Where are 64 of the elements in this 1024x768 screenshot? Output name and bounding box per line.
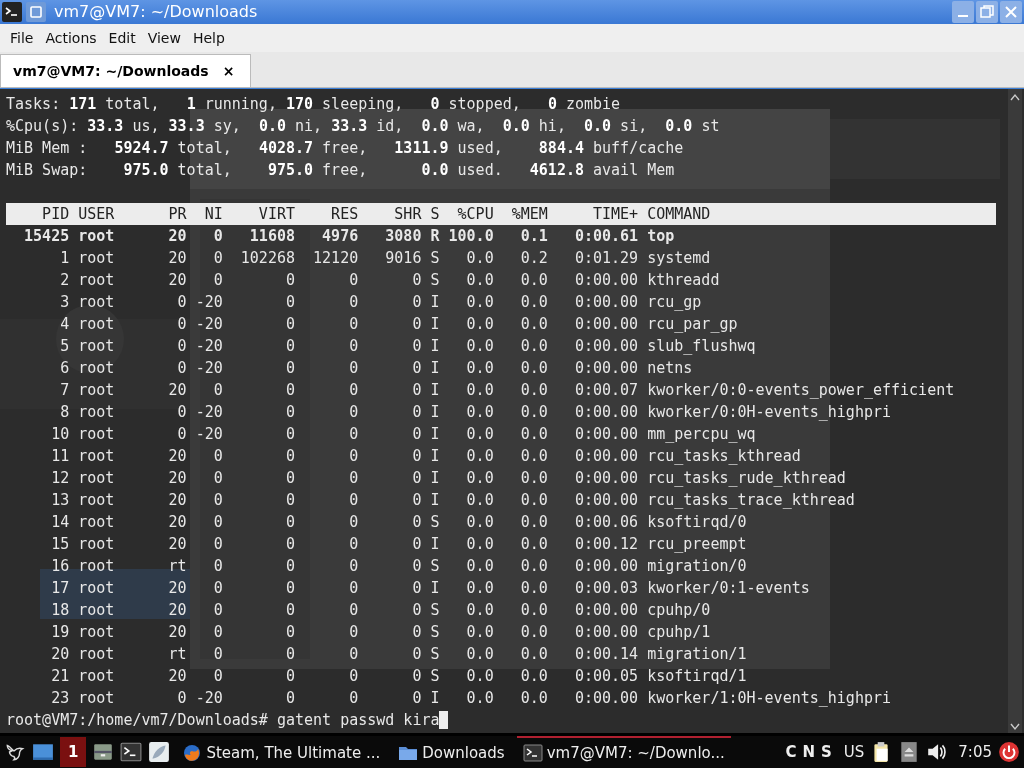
tab-close-button[interactable]: × — [222, 62, 235, 79]
summary-line: %Cpu(s): 33.3 us, 33.3 sy, 0.0 ni, 33.3 id, 0.0 wa, 0.0 hi, 0.0 si, 0.0 st — [6, 115, 721, 137]
summary-line: MiB Mem : 5924.7 total, 4028.7 free, 1311.9 used, 884.4 buff/cache — [6, 137, 685, 159]
keyboard-lock-indicator: S — [821, 743, 832, 761]
summary-line: MiB Swap: 975.0 total, 975.0 free, 0.0 used. 4612.8 avail Mem — [6, 159, 676, 181]
globe-icon — [182, 743, 203, 763]
process-row-text: 18 root 20 0 0 0 0 S 0.0 0.0 0:00.00 cpuhp/0 — [50, 599, 712, 621]
terminal-icon — [522, 743, 543, 763]
process-row-text: 15425 root 20 0 11608 4976 3080 R 100.0 0.1 0:00.61 top — [23, 225, 676, 247]
maximize-button[interactable] — [976, 0, 998, 23]
scrollbar[interactable] — [1008, 88, 1022, 733]
terminal-icon — [2, 1, 22, 22]
process-row-text: 3 root 0 -20 0 0 0 I 0.0 0.0 0:00.00 rcu_gp — [59, 291, 703, 313]
task-label: Downloads — [422, 744, 505, 762]
process-row-text: 16 root rt 0 0 0 0 S 0.0 0.0 0:00.00 migration/0 — [50, 555, 748, 577]
command-prompt[interactable]: root@VM7:/home/vm7/Downloads# gatent passwd kira — [6, 708, 440, 731]
process-row-text: 7 root 20 0 0 0 0 I 0.0 0.0 0:00.07 kworker/0:0-events_power_efficient — [59, 379, 956, 401]
window-title: vm7@VM7: ~/Downloads — [54, 2, 259, 22]
process-row-text: 8 root 0 -20 0 0 0 I 0.0 0.0 0:00.00 kworker/0:0H-events_highpri — [59, 401, 892, 423]
process-row-text: 13 root 20 0 0 0 0 I 0.0 0.0 0:00.00 rcu_tasks_trace_kthread — [50, 489, 856, 511]
process-row-text: 20 root rt 0 0 0 0 S 0.0 0.0 0:00.14 migration/1 — [50, 643, 748, 665]
menu-item[interactable]: Help — [186, 26, 231, 49]
process-row-text: 1 root 20 0 102268 12120 9016 S 0.0 0.2 0:01.29 systemd — [59, 247, 712, 269]
summary-line: Tasks: 171 total, 1 running, 170 sleeping, 0 stopped, 0 zombie — [6, 93, 622, 115]
window-menu-icon[interactable] — [26, 1, 46, 22]
scroll-down-icon[interactable] — [1010, 721, 1020, 732]
close-button[interactable] — [1000, 0, 1022, 23]
clock[interactable]: 7:05 — [958, 743, 992, 761]
minimize-button[interactable] — [952, 0, 974, 23]
process-row-text: 14 root 20 0 0 0 0 S 0.0 0.0 0:00.06 ksoftirqd/0 — [50, 511, 748, 533]
taskbar-button[interactable]: vm7@VM7: ~/Downlo... — [516, 736, 731, 768]
taskbar-button[interactable]: Downloads — [392, 736, 511, 768]
process-row-text: 17 root 20 0 0 0 0 I 0.0 0.0 0:00.03 kworker/0:1-events — [50, 577, 811, 599]
process-row-text: 23 root 0 -20 0 0 0 I 0.0 0.0 0:00.00 kworker/1:0H-events_highpri — [50, 687, 892, 709]
taskbar-button[interactable]: Steam, The Ultimate ... — [176, 736, 387, 768]
keyboard-lock-indicator: C — [785, 743, 797, 761]
task-label: Steam, The Ultimate ... — [206, 744, 381, 762]
process-row-text: 4 root 0 -20 0 0 0 I 0.0 0.0 0:00.00 rcu_par_gp — [59, 313, 739, 335]
process-row-text: 5 root 0 -20 0 0 0 I 0.0 0.0 0:00.00 slub_flushwq — [59, 335, 757, 357]
task-label: vm7@VM7: ~/Downlo... — [546, 744, 725, 762]
process-row-text: 2 root 20 0 0 0 0 S 0.0 0.0 0:00.00 kthreadd — [59, 269, 721, 291]
process-row-text: 11 root 20 0 0 0 0 I 0.0 0.0 0:00.00 rcu_tasks_kthread — [50, 445, 802, 467]
menu-item[interactable]: Edit — [102, 26, 142, 49]
process-row-text: 19 root 20 0 0 0 0 S 0.0 0.0 0:00.00 cpuhp/1 — [50, 621, 712, 643]
keyboard-layout[interactable]: US — [843, 743, 865, 761]
power-icon[interactable] — [998, 741, 1020, 763]
process-row-text: 12 root 20 0 0 0 0 I 0.0 0.0 0:00.00 rcu_tasks_rude_kthread — [50, 467, 847, 489]
menu-item[interactable]: View — [141, 26, 187, 49]
process-row-text: 6 root 0 -20 0 0 0 I 0.0 0.0 0:00.00 netns — [59, 357, 694, 379]
text-cursor — [439, 710, 449, 729]
column-header-row: PID USER PR NI VIRT RES SHR S %CPU %MEM TIME+ COMMAND — [6, 202, 996, 225]
menu-item[interactable]: File — [4, 26, 40, 49]
drawer-icon[interactable] — [92, 741, 115, 763]
terminal-icon[interactable] — [120, 741, 143, 763]
tab[interactable]: vm7@VM7: ~/Downloads × — [0, 53, 252, 87]
process-row-text: 10 root 0 -20 0 0 0 I 0.0 0.0 0:00.00 mm_percpu_wq — [50, 423, 757, 445]
show-desktop-icon[interactable] — [32, 741, 54, 763]
menu-item[interactable]: Actions — [39, 26, 103, 49]
feather-icon[interactable] — [148, 741, 171, 763]
keyboard-lock-indicator: N — [802, 743, 815, 761]
process-row-text: 15 root 20 0 0 0 0 I 0.0 0.0 0:00.12 rcu_preempt — [50, 533, 748, 555]
tab-label: vm7@VM7: ~/Downloads — [13, 62, 209, 79]
workspace-button[interactable]: 1 — [60, 737, 87, 767]
process-row-text: 21 root 20 0 0 0 0 S 0.0 0.0 0:00.05 ksoftirqd/1 — [50, 665, 748, 687]
